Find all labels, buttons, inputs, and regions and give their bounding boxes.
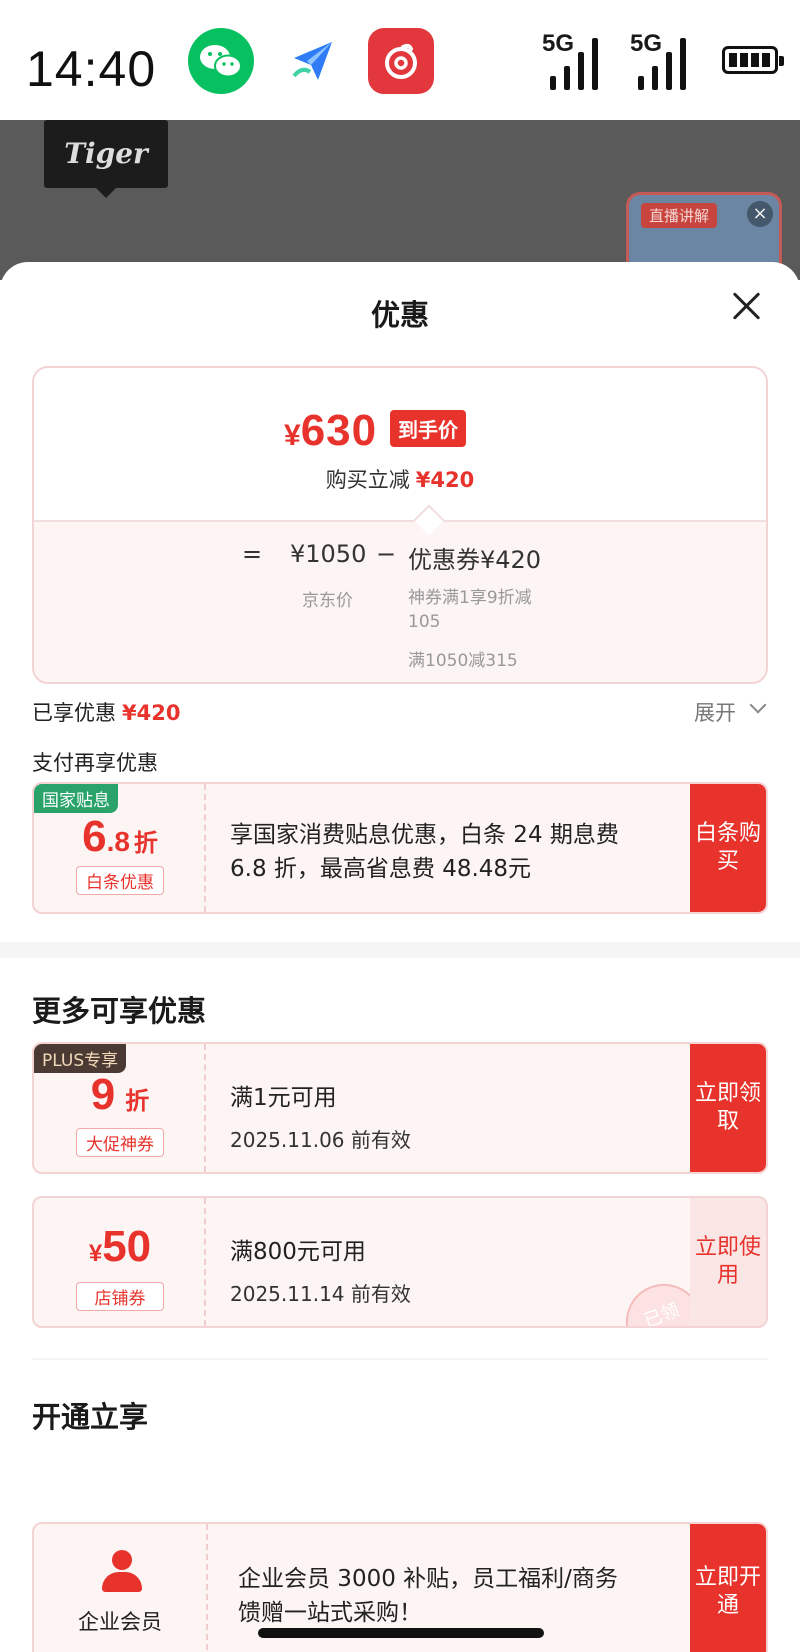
coupon-card: ¥50 店铺券 满800元可用 2025.11.14 前有效 已领 立即使用 [32,1196,768,1328]
coupon-validity: 2025.11.14 前有效 [230,1282,411,1306]
divider [32,1358,768,1360]
member-name: 企业会员 [78,1610,162,1634]
open-benefits-title: 开通立享 [32,1400,149,1434]
battery-icon [722,46,784,74]
coupon-total: 优惠券¥420 [408,546,542,574]
home-indicator[interactable] [258,1628,544,1638]
discount-rate: 6.8 折 [82,812,158,861]
coupon-tag: 店铺券 [76,1282,164,1311]
claim-coupon-button[interactable]: 立即领取 [690,1044,766,1172]
price-breakdown-card: ¥630 到手价 购买立减 ¥420 = ¥1050 − 优惠券¥420 京东价 … [32,366,768,684]
expand-button[interactable]: 展开 [694,697,736,727]
wechat-icon [188,28,254,94]
baitiao-offer-card: 国家贴息 6.8 折 白条优惠 享国家消费贴息优惠，白条 24 期息费 6.8 折… [32,782,768,914]
signal-icon-1: 5G [542,30,612,90]
enjoyed-discount: 已享优惠 ¥420 [32,701,181,725]
close-icon[interactable] [728,288,764,324]
use-coupon-button[interactable]: 立即使用 [690,1198,766,1326]
section-divider [0,942,800,958]
background-page-overlay[interactable]: Tiger 直播讲解 × [0,120,800,280]
more-offers-title: 更多可享优惠 [32,994,207,1028]
jd-price: ¥1050 [290,540,367,568]
coupon-condition: 满1元可用 [230,1085,337,1111]
sheet-title: 优惠 [370,298,429,332]
coupon-card: PLUS专享 9折 大促神券 满1元可用 2025.11.06 前有效 立即领取 [32,1042,768,1174]
coupon-tag: 大促神券 [76,1128,164,1157]
final-price: ¥630 [284,406,378,455]
coupon-note-1: 神券满1享9折减105 [408,588,532,632]
baitiao-buy-button[interactable]: 白条购买 [690,784,766,912]
final-price-tag: 到手价 [390,410,466,447]
corner-badge: 国家贴息 [34,784,118,813]
instant-discount: 购买立减 ¥420 [325,468,475,492]
chevron-down-icon[interactable] [749,696,767,714]
netease-music-icon [368,28,434,94]
offer-tag: 白条优惠 [76,866,164,895]
live-badge: 直播讲解 [641,203,718,228]
live-close-icon[interactable]: × [747,201,773,227]
feishu-icon [280,28,346,94]
open-membership-button[interactable]: 立即开通 [690,1524,766,1652]
status-bar: 14:40 5G 5G [0,0,800,120]
discount-rate: 9折 [90,1070,150,1119]
jd-price-note: 京东价 [302,591,353,611]
offer-description: 享国家消费贴息优惠，白条 24 期息费 6.8 折，最高省息费 48.48元 [230,822,619,882]
discount-sheet: 优惠 ¥630 到手价 购买立减 ¥420 = ¥1050 − 优惠券¥420 京… [0,262,800,1652]
equals-sign: = [242,540,263,568]
signal-icon-2: 5G [630,30,700,90]
person-icon [102,1550,142,1594]
brand-logo: Tiger [44,120,168,198]
status-time: 14:40 [26,41,157,97]
coupon-amount: ¥50 [88,1222,152,1271]
plus-badge: PLUS专享 [34,1044,127,1073]
coupon-validity: 2025.11.06 前有效 [230,1128,411,1152]
minus-sign: − [376,540,397,568]
coupon-note-2: 满1050减315 [408,651,518,671]
pay-more-label: 支付再享优惠 [32,751,158,775]
coupon-condition: 满800元可用 [230,1239,366,1265]
member-description: 企业会员 3000 补贴，员工福利/商务馈赠一站式采购！ [238,1566,618,1626]
